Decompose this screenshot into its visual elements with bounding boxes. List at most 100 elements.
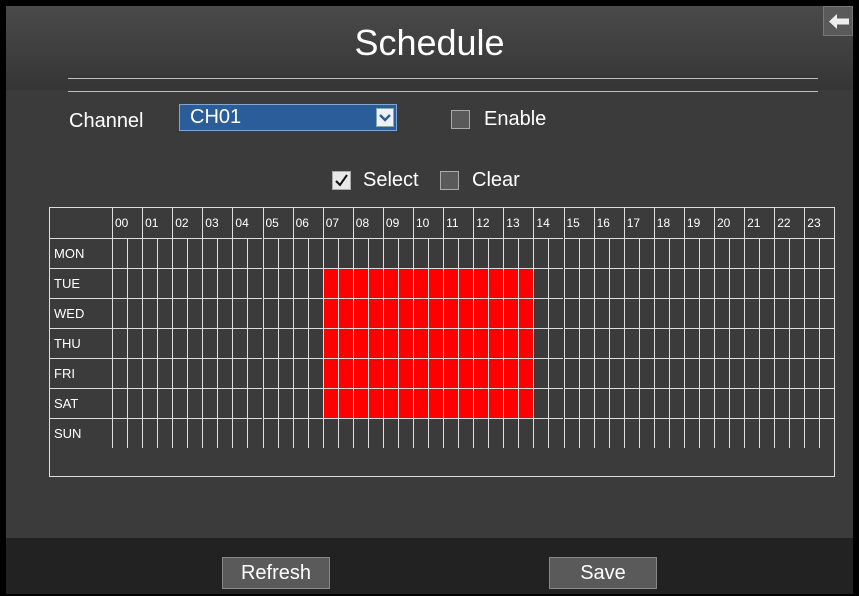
schedule-cell[interactable] (804, 298, 820, 328)
schedule-cell[interactable] (127, 418, 143, 448)
schedule-cell[interactable] (578, 268, 594, 298)
schedule-cell[interactable] (563, 418, 579, 448)
schedule-cell[interactable] (382, 328, 398, 358)
schedule-cell[interactable] (548, 268, 564, 298)
schedule-cell[interactable] (548, 388, 564, 418)
schedule-cell[interactable] (473, 238, 489, 268)
schedule-cell[interactable] (247, 388, 263, 418)
schedule-cell[interactable] (683, 358, 699, 388)
schedule-cell[interactable] (593, 238, 609, 268)
schedule-cell[interactable] (232, 238, 248, 268)
schedule-cell[interactable] (698, 388, 714, 418)
select-mode-checkbox[interactable] (332, 171, 351, 190)
schedule-cell[interactable] (337, 268, 353, 298)
schedule-cell[interactable] (232, 328, 248, 358)
channel-select[interactable]: CH01 (179, 104, 397, 131)
schedule-cell[interactable] (187, 328, 203, 358)
schedule-cell[interactable] (488, 358, 504, 388)
schedule-cell[interactable] (714, 298, 730, 328)
schedule-cell[interactable] (382, 298, 398, 328)
schedule-cell[interactable] (503, 268, 519, 298)
schedule-cell[interactable] (187, 268, 203, 298)
schedule-cell[interactable] (292, 268, 308, 298)
schedule-cell[interactable] (157, 418, 173, 448)
schedule-cell[interactable] (804, 418, 820, 448)
schedule-cell[interactable] (563, 328, 579, 358)
schedule-cell[interactable] (744, 238, 760, 268)
schedule-cell[interactable] (563, 358, 579, 388)
schedule-cell[interactable] (623, 328, 639, 358)
schedule-cell[interactable] (683, 418, 699, 448)
schedule-cell[interactable] (127, 358, 143, 388)
schedule-cell[interactable] (623, 358, 639, 388)
schedule-cell[interactable] (112, 238, 128, 268)
schedule-cell[interactable] (714, 358, 730, 388)
schedule-cell[interactable] (488, 238, 504, 268)
chevron-down-icon[interactable] (376, 108, 394, 127)
schedule-cell[interactable] (352, 418, 368, 448)
schedule-cell[interactable] (578, 388, 594, 418)
schedule-cell[interactable] (247, 328, 263, 358)
schedule-cell[interactable] (428, 328, 444, 358)
schedule-cell[interactable] (443, 388, 459, 418)
schedule-cell[interactable] (307, 358, 323, 388)
schedule-cell[interactable] (789, 298, 805, 328)
schedule-cell[interactable] (142, 418, 158, 448)
schedule-cell[interactable] (262, 328, 278, 358)
schedule-cell[interactable] (157, 388, 173, 418)
schedule-cell[interactable] (593, 268, 609, 298)
schedule-cell[interactable] (714, 418, 730, 448)
schedule-cell[interactable] (322, 328, 338, 358)
schedule-cell[interactable] (232, 268, 248, 298)
schedule-cell[interactable] (262, 418, 278, 448)
schedule-cell[interactable] (202, 298, 218, 328)
schedule-cell[interactable] (443, 418, 459, 448)
schedule-cell[interactable] (277, 388, 293, 418)
schedule-cell[interactable] (789, 238, 805, 268)
schedule-cell[interactable] (819, 358, 835, 388)
schedule-cell[interactable] (277, 328, 293, 358)
schedule-cell[interactable] (292, 358, 308, 388)
schedule-cell[interactable] (533, 238, 549, 268)
schedule-cell[interactable] (337, 238, 353, 268)
schedule-cell[interactable] (367, 238, 383, 268)
schedule-cell[interactable] (413, 298, 429, 328)
schedule-cell[interactable] (458, 298, 474, 328)
schedule-cell[interactable] (548, 358, 564, 388)
schedule-cell[interactable] (729, 418, 745, 448)
schedule-cell[interactable] (698, 238, 714, 268)
schedule-cell[interactable] (458, 418, 474, 448)
schedule-cell[interactable] (819, 298, 835, 328)
schedule-cell[interactable] (593, 358, 609, 388)
schedule-cell[interactable] (578, 298, 594, 328)
schedule-cell[interactable] (217, 388, 233, 418)
schedule-cell[interactable] (458, 358, 474, 388)
schedule-cell[interactable] (127, 298, 143, 328)
schedule-cell[interactable] (608, 298, 624, 328)
schedule-cell[interactable] (744, 298, 760, 328)
schedule-cell[interactable] (232, 358, 248, 388)
schedule-cell[interactable] (397, 238, 413, 268)
schedule-cell[interactable] (593, 298, 609, 328)
schedule-cell[interactable] (593, 328, 609, 358)
schedule-cell[interactable] (638, 418, 654, 448)
schedule-cell[interactable] (548, 328, 564, 358)
schedule-cell[interactable] (382, 388, 398, 418)
schedule-cell[interactable] (307, 388, 323, 418)
schedule-cell[interactable] (653, 388, 669, 418)
schedule-cell[interactable] (548, 298, 564, 328)
schedule-cell[interactable] (367, 388, 383, 418)
schedule-cell[interactable] (608, 418, 624, 448)
back-button[interactable] (823, 6, 853, 36)
schedule-cell[interactable] (277, 358, 293, 388)
schedule-cell[interactable] (397, 298, 413, 328)
schedule-cell[interactable] (262, 298, 278, 328)
schedule-cell[interactable] (277, 418, 293, 448)
schedule-cell[interactable] (473, 418, 489, 448)
schedule-cell[interactable] (202, 358, 218, 388)
schedule-cell[interactable] (683, 268, 699, 298)
schedule-cell[interactable] (533, 418, 549, 448)
schedule-cell[interactable] (232, 388, 248, 418)
schedule-cell[interactable] (112, 328, 128, 358)
schedule-cell[interactable] (127, 328, 143, 358)
